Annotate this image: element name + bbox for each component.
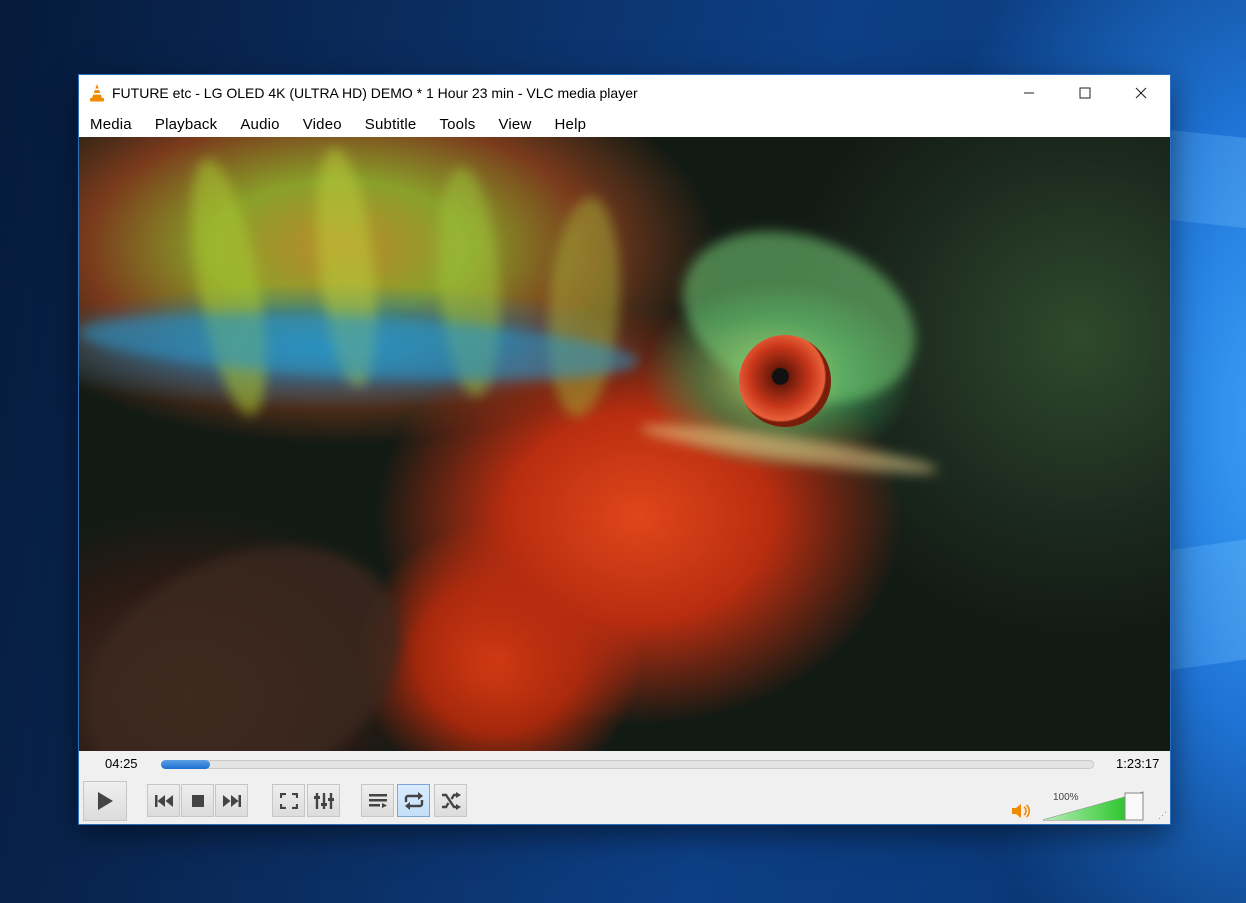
loop-button[interactable] [397,784,430,817]
fullscreen-button[interactable] [272,784,305,817]
speaker-icon[interactable] [1011,803,1031,819]
play-button[interactable] [83,781,127,821]
vlc-cone-icon [90,84,104,102]
playlist-button[interactable] [361,784,394,817]
close-icon [1135,87,1147,99]
menu-playback[interactable]: Playback [155,116,217,133]
next-button[interactable] [215,784,248,817]
shuffle-icon [441,791,461,810]
skip-previous-icon [154,794,173,807]
stop-button[interactable] [181,784,214,817]
total-time: 1:23:17 [1116,756,1160,771]
window-title: FUTURE etc - LG OLED 4K (ULTRA HD) DEMO … [112,85,638,101]
seek-slider[interactable] [161,760,1094,769]
play-icon [98,792,113,810]
menu-audio[interactable]: Audio [240,116,279,133]
vlc-window: FUTURE etc - LG OLED 4K (ULTRA HD) DEMO … [79,75,1170,824]
fullscreen-icon [279,792,298,809]
previous-button[interactable] [147,784,180,817]
volume-handle[interactable] [1124,792,1144,821]
skip-next-icon [222,794,241,807]
shuffle-button[interactable] [434,784,467,817]
playlist-icon [368,793,387,808]
menu-bar: Media Playback Audio Video Subtitle Tool… [79,111,1170,137]
close-button[interactable] [1113,75,1169,111]
menu-subtitle[interactable]: Subtitle [365,116,417,133]
menu-media[interactable]: Media [90,116,132,133]
title-bar[interactable]: FUTURE etc - LG OLED 4K (ULTRA HD) DEMO … [79,75,1170,111]
menu-help[interactable]: Help [555,116,587,133]
equalizer-icon [313,792,334,809]
maximize-button[interactable] [1057,75,1113,111]
menu-tools[interactable]: Tools [439,116,475,133]
loop-icon [404,791,423,810]
maximize-icon [1079,87,1091,99]
elapsed-time: 04:25 [105,756,138,771]
video-display[interactable] [79,137,1170,751]
timeline-bar: 04:25 1:23:17 [79,751,1170,777]
chameleon-eye [739,335,831,427]
menu-video[interactable]: Video [303,116,342,133]
volume-slider[interactable] [1041,789,1145,823]
menu-view[interactable]: View [498,116,531,133]
stop-icon [191,794,204,807]
controls-bar: 100% ⋰ [79,777,1170,824]
extended-settings-button[interactable] [307,784,340,817]
minimize-icon [1024,92,1034,94]
resize-grip-icon[interactable]: ⋰ [1158,810,1167,821]
minimize-button[interactable] [1001,75,1057,111]
seek-progress [161,760,211,769]
